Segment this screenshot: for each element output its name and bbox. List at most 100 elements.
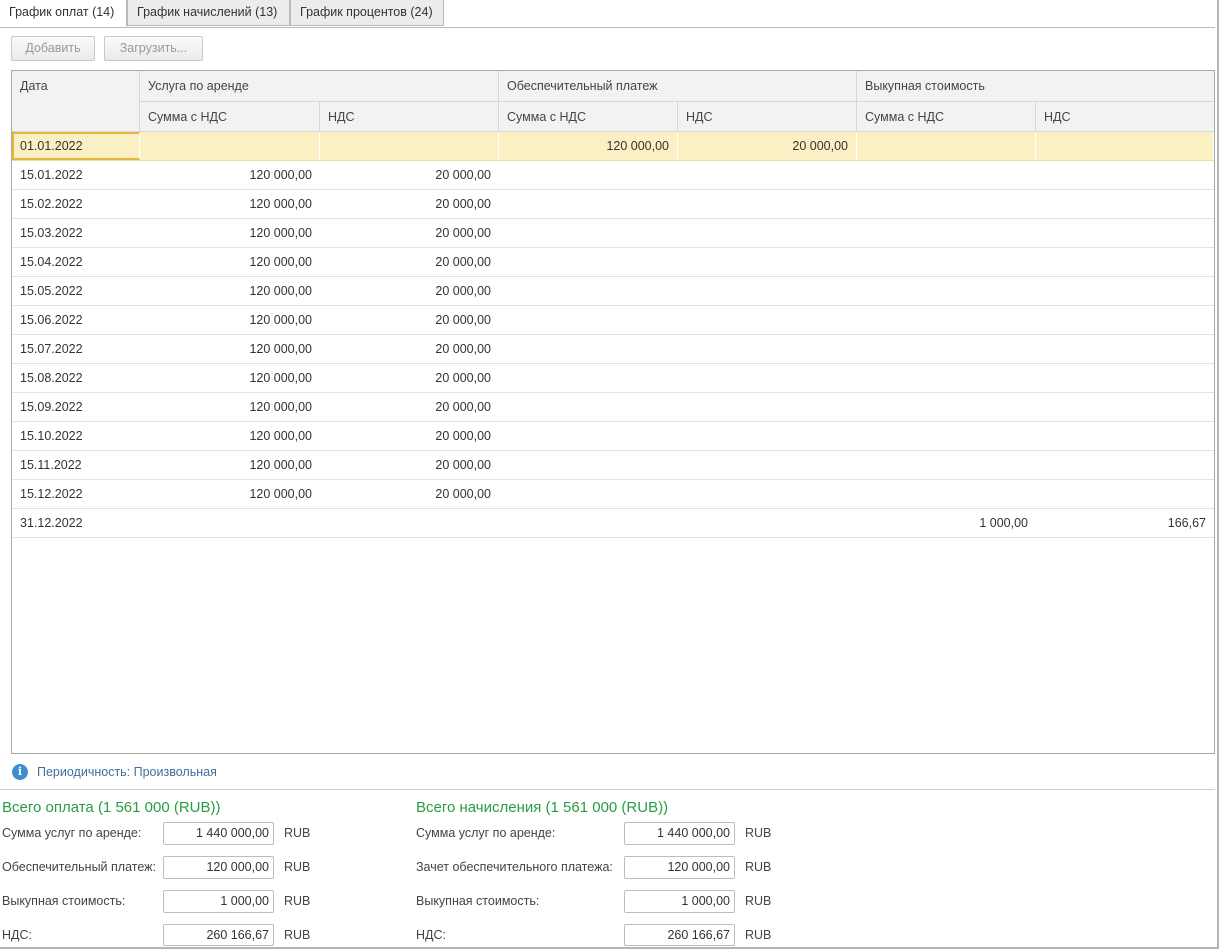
cell-deposit-sum[interactable] — [499, 364, 678, 392]
cell-rent-vat[interactable] — [320, 132, 499, 160]
cell-buyout-sum[interactable] — [857, 248, 1036, 276]
cell-date[interactable]: 15.02.2022 — [12, 190, 140, 218]
cell-deposit-sum[interactable] — [499, 219, 678, 247]
cell-buyout-vat[interactable] — [1036, 219, 1214, 247]
cell-date[interactable]: 15.06.2022 — [12, 306, 140, 334]
column-header-buyout-vat[interactable]: НДС — [1036, 102, 1214, 132]
cell-deposit-vat[interactable] — [678, 306, 857, 334]
cell-rent-vat[interactable]: 20 000,00 — [320, 393, 499, 421]
cell-buyout-sum[interactable]: 1 000,00 — [857, 509, 1036, 537]
table-row[interactable]: 15.12.2022 120 000,00 20 000,00 — [12, 480, 1214, 509]
cell-rent-vat[interactable]: 20 000,00 — [320, 480, 499, 508]
cell-rent-sum[interactable]: 120 000,00 — [140, 335, 320, 363]
cell-deposit-sum[interactable] — [499, 480, 678, 508]
cell-deposit-vat[interactable] — [678, 509, 857, 537]
cell-deposit-sum[interactable] — [499, 277, 678, 305]
tab-interest-schedule[interactable]: График процентов (24) — [290, 0, 444, 26]
payments-deposit-field[interactable]: 120 000,00 — [163, 856, 274, 879]
cell-buyout-vat[interactable] — [1036, 132, 1214, 160]
cell-buyout-vat[interactable] — [1036, 422, 1214, 450]
cell-buyout-sum[interactable] — [857, 219, 1036, 247]
cell-rent-vat[interactable]: 20 000,00 — [320, 161, 499, 189]
table-row[interactable]: 01.01.2022 120 000,00 20 000,00 — [12, 132, 1214, 161]
payments-buyout-field[interactable]: 1 000,00 — [163, 890, 274, 913]
cell-deposit-vat[interactable] — [678, 393, 857, 421]
column-header-deposit-sum[interactable]: Сумма с НДС — [499, 102, 678, 132]
cell-rent-sum[interactable]: 120 000,00 — [140, 161, 320, 189]
cell-buyout-sum[interactable] — [857, 393, 1036, 421]
cell-deposit-sum[interactable] — [499, 248, 678, 276]
cell-deposit-vat[interactable] — [678, 277, 857, 305]
cell-rent-sum[interactable]: 120 000,00 — [140, 393, 320, 421]
cell-deposit-vat[interactable] — [678, 190, 857, 218]
cell-deposit-sum[interactable] — [499, 509, 678, 537]
cell-rent-sum[interactable] — [140, 132, 320, 160]
cell-buyout-vat[interactable] — [1036, 393, 1214, 421]
cell-buyout-vat[interactable] — [1036, 364, 1214, 392]
cell-rent-sum[interactable]: 120 000,00 — [140, 190, 320, 218]
cell-rent-vat[interactable]: 20 000,00 — [320, 306, 499, 334]
payment-schedule-table[interactable]: Дата Услуга по аренде Обеспечительный пл… — [11, 70, 1215, 754]
cell-rent-vat[interactable]: 20 000,00 — [320, 335, 499, 363]
cell-buyout-vat[interactable] — [1036, 451, 1214, 479]
cell-rent-vat[interactable]: 20 000,00 — [320, 248, 499, 276]
cell-rent-vat[interactable]: 20 000,00 — [320, 190, 499, 218]
load-button[interactable]: Загрузить... — [104, 36, 203, 61]
periodicity-link[interactable]: Периодичность: Произвольная — [37, 765, 217, 779]
cell-rent-sum[interactable]: 120 000,00 — [140, 277, 320, 305]
cell-deposit-vat[interactable] — [678, 422, 857, 450]
cell-date[interactable]: 31.12.2022 — [12, 509, 140, 537]
cell-deposit-vat[interactable]: 20 000,00 — [678, 132, 857, 160]
cell-deposit-sum[interactable] — [499, 393, 678, 421]
column-header-deposit-vat[interactable]: НДС — [678, 102, 857, 132]
column-header-rent-vat[interactable]: НДС — [320, 102, 499, 132]
cell-date[interactable]: 15.04.2022 — [12, 248, 140, 276]
cell-date[interactable]: 01.01.2022 — [12, 132, 140, 160]
cell-rent-sum[interactable]: 120 000,00 — [140, 248, 320, 276]
cell-date[interactable]: 15.09.2022 — [12, 393, 140, 421]
cell-buyout-sum[interactable] — [857, 335, 1036, 363]
cell-buyout-sum[interactable] — [857, 277, 1036, 305]
cell-deposit-vat[interactable] — [678, 248, 857, 276]
cell-buyout-sum[interactable] — [857, 480, 1036, 508]
cell-buyout-vat[interactable] — [1036, 480, 1214, 508]
payments-vat-field[interactable]: 260 166,67 — [163, 924, 274, 946]
cell-rent-vat[interactable] — [320, 509, 499, 537]
table-row[interactable]: 15.07.2022 120 000,00 20 000,00 — [12, 335, 1214, 364]
cell-buyout-vat[interactable] — [1036, 248, 1214, 276]
cell-buyout-sum[interactable] — [857, 132, 1036, 160]
table-row[interactable]: 15.01.2022 120 000,00 20 000,00 — [12, 161, 1214, 190]
cell-deposit-sum[interactable] — [499, 422, 678, 450]
tab-accrual-schedule[interactable]: График начислений (13) — [127, 0, 290, 26]
cell-rent-vat[interactable]: 20 000,00 — [320, 277, 499, 305]
cell-rent-sum[interactable]: 120 000,00 — [140, 219, 320, 247]
table-row[interactable]: 15.10.2022 120 000,00 20 000,00 — [12, 422, 1214, 451]
cell-deposit-vat[interactable] — [678, 364, 857, 392]
cell-rent-vat[interactable]: 20 000,00 — [320, 451, 499, 479]
cell-rent-sum[interactable]: 120 000,00 — [140, 306, 320, 334]
accruals-deposit-offset-field[interactable]: 120 000,00 — [624, 856, 735, 879]
cell-buyout-sum[interactable] — [857, 161, 1036, 189]
cell-rent-vat[interactable]: 20 000,00 — [320, 422, 499, 450]
cell-deposit-sum[interactable] — [499, 161, 678, 189]
cell-buyout-vat[interactable]: 166,67 — [1036, 509, 1214, 537]
table-row[interactable]: 15.06.2022 120 000,00 20 000,00 — [12, 306, 1214, 335]
cell-date[interactable]: 15.05.2022 — [12, 277, 140, 305]
accruals-vat-field[interactable]: 260 166,67 — [624, 924, 735, 946]
cell-buyout-vat[interactable] — [1036, 190, 1214, 218]
cell-rent-sum[interactable]: 120 000,00 — [140, 364, 320, 392]
cell-date[interactable]: 15.01.2022 — [12, 161, 140, 189]
cell-buyout-sum[interactable] — [857, 190, 1036, 218]
cell-deposit-sum[interactable]: 120 000,00 — [499, 132, 678, 160]
cell-date[interactable]: 15.11.2022 — [12, 451, 140, 479]
cell-rent-sum[interactable]: 120 000,00 — [140, 422, 320, 450]
table-row[interactable]: 15.11.2022 120 000,00 20 000,00 — [12, 451, 1214, 480]
cell-date[interactable]: 15.07.2022 — [12, 335, 140, 363]
cell-deposit-sum[interactable] — [499, 306, 678, 334]
column-header-buyout-sum[interactable]: Сумма с НДС — [857, 102, 1036, 132]
table-row[interactable]: 15.08.2022 120 000,00 20 000,00 — [12, 364, 1214, 393]
table-row[interactable]: 31.12.2022 1 000,00 166,67 — [12, 509, 1214, 538]
accruals-rent-field[interactable]: 1 440 000,00 — [624, 822, 735, 845]
cell-buyout-sum[interactable] — [857, 451, 1036, 479]
cell-date[interactable]: 15.12.2022 — [12, 480, 140, 508]
